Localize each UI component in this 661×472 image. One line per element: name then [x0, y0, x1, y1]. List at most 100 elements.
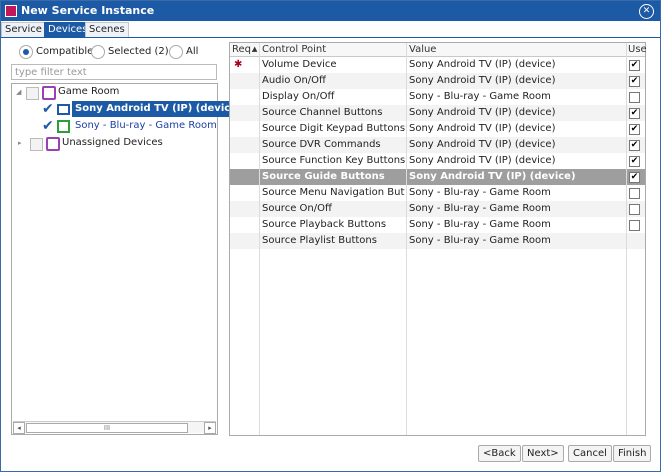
- value-cell[interactable]: Sony Android TV (IP) (device): [409, 169, 624, 185]
- grid-header: Req. ▲ Control Point Value Use: [230, 43, 647, 57]
- table-row[interactable]: Source DVR Commands Sony Android TV (IP) …: [230, 137, 645, 153]
- tree-node-device[interactable]: ✔ Sony - Blu-ray - Game Room: [12, 118, 217, 134]
- next-button[interactable]: Next>: [522, 445, 564, 462]
- use-checkbox-checked[interactable]: ✔: [629, 124, 640, 135]
- control-point-grid: Req. ▲ Control Point Value Use ✱ Volume D…: [229, 42, 647, 436]
- cancel-button[interactable]: Cancel: [568, 445, 612, 462]
- value-cell[interactable]: Sony Android TV (IP) (device): [409, 57, 624, 73]
- group-checkbox[interactable]: [30, 138, 43, 151]
- value-cell[interactable]: Sony - Blu-ray - Game Room: [409, 89, 624, 105]
- use-checkbox-checked[interactable]: ✔: [629, 76, 640, 87]
- table-row[interactable]: Source Playlist Buttons Sony - Blu-ray - …: [230, 233, 645, 249]
- scroll-left-icon[interactable]: ◂: [13, 422, 25, 434]
- group-checkbox[interactable]: [26, 87, 39, 100]
- service-app-icon: [5, 5, 17, 17]
- tab-service[interactable]: Service: [1, 22, 46, 38]
- scroll-right-icon[interactable]: ▸: [204, 422, 216, 434]
- finish-button[interactable]: Finish: [613, 445, 652, 462]
- value-cell[interactable]: Sony Android TV (IP) (device): [409, 73, 624, 89]
- table-row[interactable]: Source Function Key Buttons Sony Android …: [230, 153, 645, 169]
- room-folder-icon: [42, 86, 56, 100]
- filter-input[interactable]: [11, 64, 217, 80]
- use-checkbox-checked[interactable]: ✔: [629, 140, 640, 151]
- control-point-cell: Source Function Key Buttons: [262, 155, 405, 166]
- control-point-cell: Source DVR Commands: [262, 139, 381, 150]
- tab-scenes[interactable]: Scenes: [85, 22, 129, 38]
- value-cell[interactable]: Sony - Blu-ray - Game Room: [409, 233, 624, 249]
- use-checkbox-checked[interactable]: ✔: [629, 156, 640, 167]
- table-row[interactable]: ✱ Volume Device Sony Android TV (IP) (devi…: [230, 57, 645, 73]
- table-row[interactable]: Display On/Off Sony - Blu-ray - Game Room: [230, 89, 645, 105]
- column-header-value[interactable]: Value: [409, 43, 436, 56]
- tree-node-label: Unassigned Devices: [62, 137, 163, 148]
- tab-divider: [1, 37, 660, 38]
- radio-unselected-icon: [169, 45, 183, 59]
- column-divider: [259, 43, 260, 435]
- radio-selected-icon: [19, 45, 33, 59]
- scrollbar-thumb[interactable]: III: [26, 423, 188, 433]
- close-icon[interactable]: ✕: [639, 4, 654, 19]
- radio-all-label: All: [186, 46, 199, 57]
- collapse-arrow-icon[interactable]: ◢: [16, 84, 21, 100]
- expand-arrow-icon[interactable]: ▸: [18, 135, 22, 151]
- table-row[interactable]: Source Menu Navigation Buttons Sony - Blu…: [230, 185, 645, 201]
- use-checkbox[interactable]: [629, 92, 640, 103]
- control-point-cell: Source On/Off: [262, 203, 332, 214]
- radio-unselected-icon: [91, 45, 105, 59]
- value-cell[interactable]: Sony - Blu-ray - Game Room: [409, 201, 624, 217]
- value-cell[interactable]: Sony Android TV (IP) (device): [409, 121, 624, 137]
- value-cell[interactable]: Sony Android TV (IP) (device): [409, 137, 624, 153]
- required-marker-icon: ✱: [234, 59, 243, 70]
- value-cell[interactable]: Sony - Blu-ray - Game Room: [409, 217, 624, 233]
- checkmark-icon[interactable]: ✔: [42, 102, 54, 116]
- control-point-cell: Source Playlist Buttons: [262, 235, 377, 246]
- sort-ascending-icon: ▲: [252, 45, 258, 53]
- back-button[interactable]: <Back: [478, 445, 521, 462]
- column-divider: [406, 43, 407, 435]
- control-point-cell: Volume Device: [262, 59, 337, 70]
- value-cell[interactable]: Sony - Blu-ray - Game Room: [409, 185, 624, 201]
- use-checkbox-checked[interactable]: ✔: [629, 60, 640, 71]
- tree-node-device[interactable]: ✔ Sony Android TV (IP) (device): [12, 101, 245, 117]
- value-cell[interactable]: Sony Android TV (IP) (device): [409, 105, 624, 121]
- dialog-window: New Service Instance ✕ Service Devices S…: [0, 0, 661, 472]
- value-cell[interactable]: Sony Android TV (IP) (device): [409, 153, 624, 169]
- checkmark-icon[interactable]: ✔: [42, 119, 54, 133]
- device-tree: ◢ Game Room ✔ Sony Android TV (IP) (devi…: [11, 83, 245, 435]
- use-checkbox-checked[interactable]: ✔: [629, 108, 640, 119]
- tree-node-game-room[interactable]: ◢ Game Room: [12, 84, 217, 100]
- radio-selected-label: Selected (2): [108, 46, 169, 57]
- control-point-cell: Source Channel Buttons: [262, 107, 383, 118]
- tree-node-label: Sony - Blu-ray - Game Room: [75, 120, 217, 131]
- table-row[interactable]: Source Digit Keypad Buttons Sony Android …: [230, 121, 645, 137]
- bluray-device-icon: [57, 120, 70, 133]
- table-row[interactable]: Source Playback Buttons Sony - Blu-ray - …: [230, 217, 645, 233]
- window-title: New Service Instance: [21, 4, 155, 17]
- control-point-cell: Source Playback Buttons: [262, 219, 387, 230]
- column-header-req[interactable]: Req.: [232, 43, 254, 56]
- use-checkbox[interactable]: [629, 188, 640, 199]
- room-folder-icon: [46, 137, 60, 151]
- table-row[interactable]: Source Channel Buttons Sony Android TV (I…: [230, 105, 645, 121]
- column-header-use[interactable]: Use: [628, 43, 647, 56]
- tree-node-label: Game Room: [58, 86, 120, 97]
- use-checkbox[interactable]: [629, 204, 640, 215]
- tree-node-unassigned[interactable]: ▸ Unassigned Devices: [12, 135, 217, 151]
- control-point-cell: Display On/Off: [262, 91, 335, 102]
- use-checkbox-checked[interactable]: ✔: [629, 172, 640, 183]
- control-point-cell: Source Guide Buttons: [262, 171, 385, 182]
- table-row[interactable]: Source Guide Buttons Sony Android TV (IP)…: [230, 169, 645, 185]
- column-header-control-point[interactable]: Control Point: [262, 43, 326, 56]
- column-divider: [626, 43, 627, 435]
- radio-compatible-label: Compatible: [36, 46, 94, 57]
- table-row[interactable]: Audio On/Off Sony Android TV (IP) (device…: [230, 73, 645, 89]
- title-bar: New Service Instance ✕: [1, 1, 660, 21]
- control-point-cell: Source Menu Navigation Buttons: [262, 187, 405, 198]
- table-row[interactable]: Source On/Off Sony - Blu-ray - Game Room: [230, 201, 645, 217]
- tv-device-icon: [57, 104, 70, 115]
- use-checkbox[interactable]: [629, 220, 640, 231]
- tree-node-label: Sony Android TV (IP) (device): [72, 101, 245, 117]
- control-point-cell: Audio On/Off: [262, 75, 326, 86]
- control-point-cell: Source Digit Keypad Buttons: [262, 123, 405, 134]
- tree-horizontal-scrollbar[interactable]: ◂ III ▸: [13, 421, 216, 434]
